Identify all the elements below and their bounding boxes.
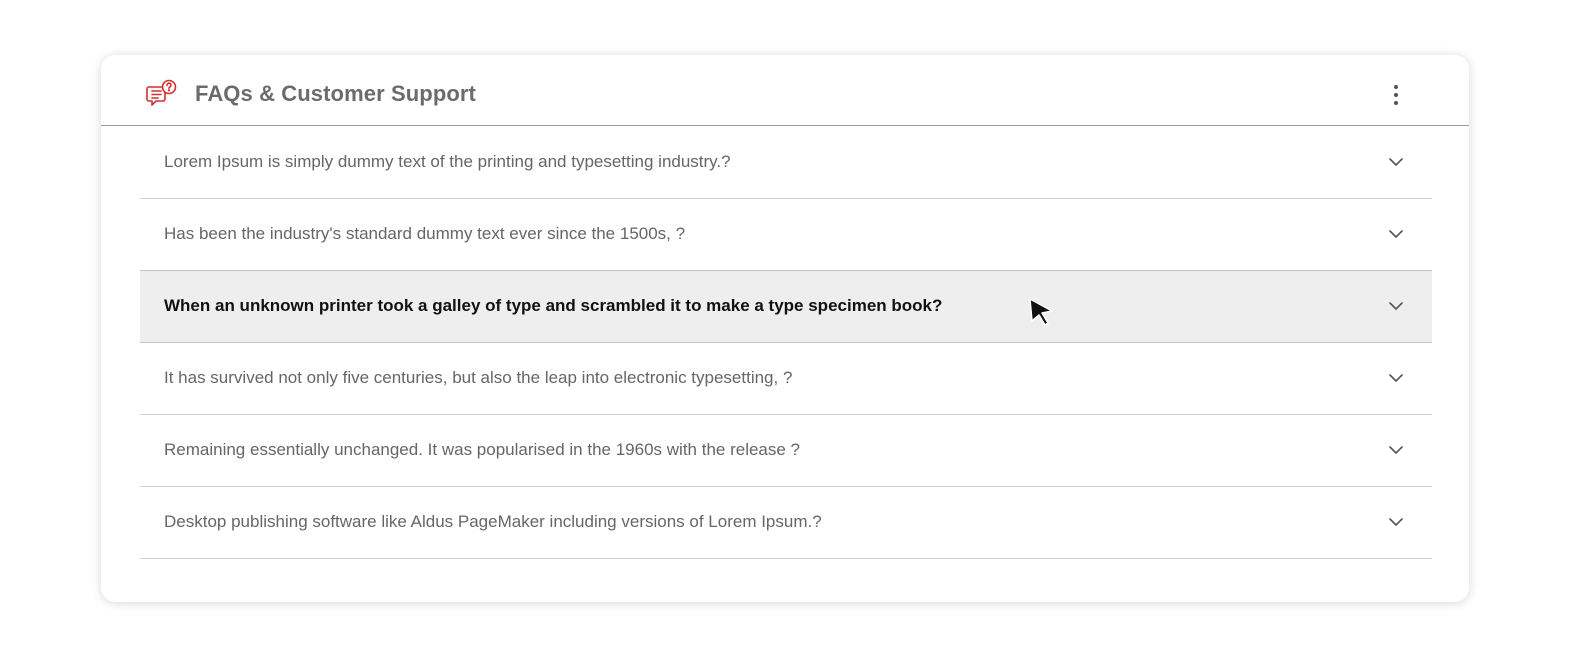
card-header: FAQs & Customer Support [101, 55, 1469, 126]
chevron-down-icon[interactable] [1388, 226, 1404, 242]
chevron-down-icon[interactable] [1388, 154, 1404, 170]
chevron-down-icon[interactable] [1388, 514, 1404, 530]
faq-question: Has been the industry's standard dummy t… [164, 224, 686, 243]
chevron-down-icon[interactable] [1388, 442, 1404, 458]
chevron-down-icon[interactable] [1388, 298, 1404, 314]
faq-question: It has survived not only five centuries,… [164, 368, 793, 387]
faq-chat-icon [146, 79, 178, 111]
faq-list: Lorem Ipsum is simply dummy text of the … [140, 127, 1432, 559]
faq-question: Remaining essentially unchanged. It was … [164, 440, 801, 459]
faq-item[interactable]: It has survived not only five centuries,… [140, 343, 1432, 415]
faq-item[interactable]: Lorem Ipsum is simply dummy text of the … [140, 127, 1432, 199]
faq-question: Desktop publishing software like Aldus P… [164, 512, 822, 531]
page-title: FAQs & Customer Support [195, 81, 476, 106]
faq-question: When an unknown printer took a galley of… [164, 296, 943, 315]
faq-item[interactable]: Remaining essentially unchanged. It was … [140, 415, 1432, 487]
faq-item-hovered[interactable]: When an unknown printer took a galley of… [140, 270, 1432, 343]
faq-item[interactable]: Has been the industry's standard dummy t… [140, 199, 1432, 271]
faq-question: Lorem Ipsum is simply dummy text of the … [164, 152, 731, 171]
more-vertical-icon[interactable] [1384, 80, 1408, 110]
faq-item[interactable]: Desktop publishing software like Aldus P… [140, 487, 1432, 559]
chevron-down-icon[interactable] [1388, 370, 1404, 386]
faq-card: FAQs & Customer Support Lorem Ipsum is s… [101, 55, 1469, 602]
